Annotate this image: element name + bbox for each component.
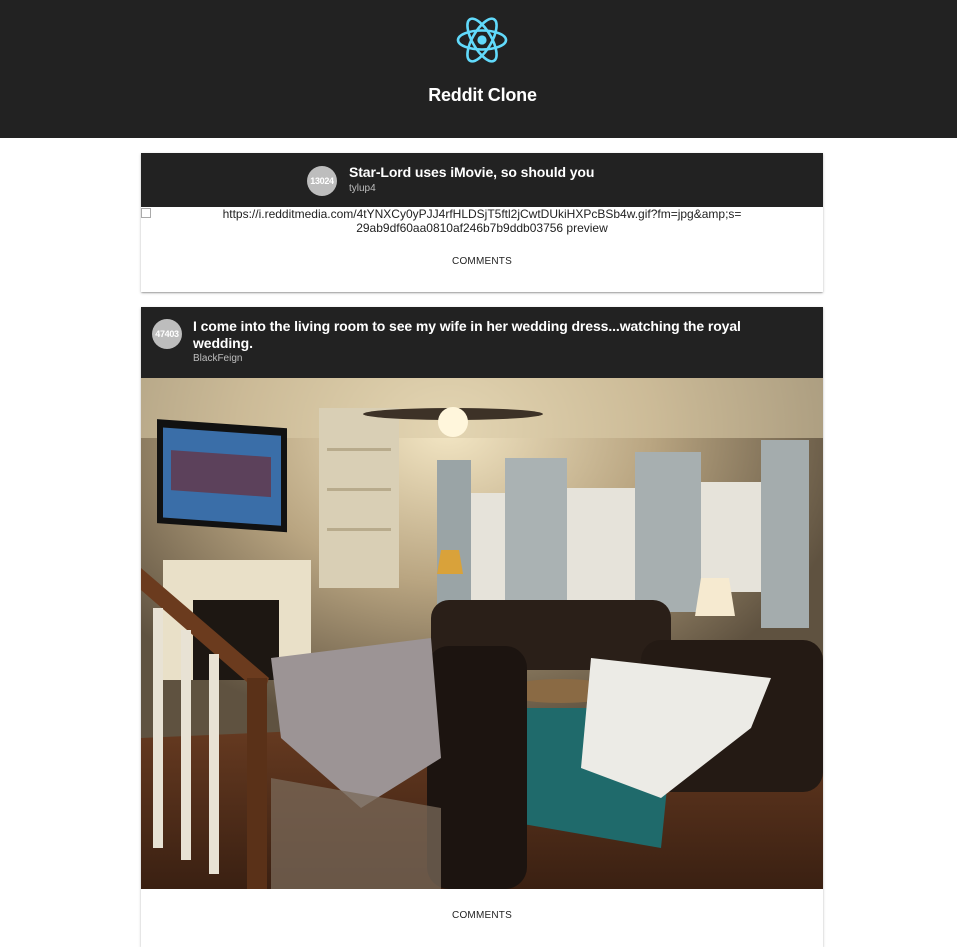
- post-image: https://i.redditmedia.com/4tYNXCy0yPJJ4r…: [141, 207, 823, 237]
- app-header: Reddit Clone: [0, 0, 957, 138]
- post-card: 47403 I come into the living room to see…: [141, 307, 823, 947]
- post-title[interactable]: I come into the living room to see my wi…: [193, 318, 753, 352]
- post-image-alt: https://i.redditmedia.com/4tYNXCy0yPJJ4r…: [222, 207, 742, 235]
- post-header: 47403 I come into the living room to see…: [141, 307, 823, 378]
- post-header: 13024 Star-Lord uses iMovie, so should y…: [141, 153, 823, 207]
- react-atom-icon: [456, 17, 508, 63]
- card-actions: COMMENTS: [141, 889, 823, 921]
- score-badge: 47403: [152, 319, 182, 349]
- score-badge: 13024: [307, 166, 337, 196]
- living-room-photo: [141, 378, 823, 889]
- post-card: 13024 Star-Lord uses iMovie, so should y…: [141, 153, 823, 292]
- card-actions: COMMENTS: [141, 237, 823, 267]
- comments-button[interactable]: COMMENTS: [452, 256, 512, 267]
- post-author[interactable]: tylup4: [349, 183, 376, 194]
- broken-image-icon: [141, 208, 151, 218]
- app-title: Reddit Clone: [428, 85, 537, 105]
- comments-button[interactable]: COMMENTS: [452, 910, 512, 921]
- post-image[interactable]: [141, 378, 823, 889]
- post-author[interactable]: BlackFeign: [193, 353, 242, 364]
- post-title[interactable]: Star-Lord uses iMovie, so should you: [349, 164, 809, 181]
